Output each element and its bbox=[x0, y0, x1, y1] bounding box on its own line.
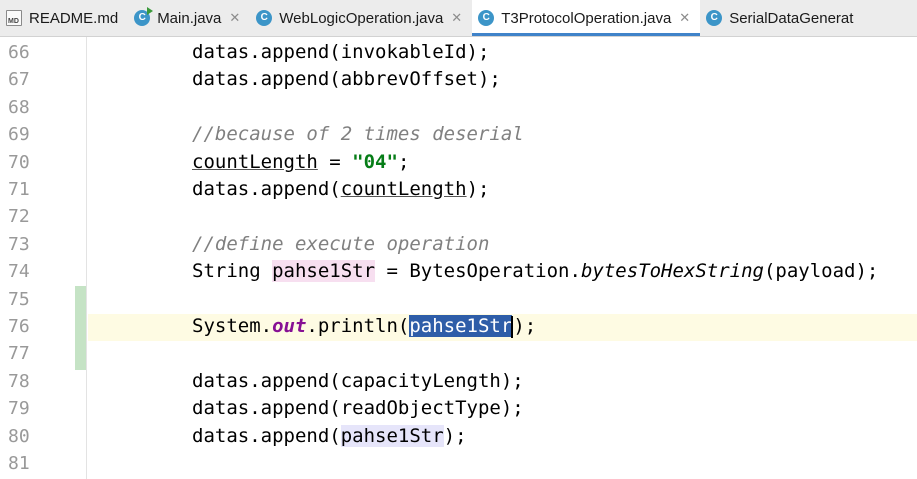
line-number: 69 bbox=[8, 124, 30, 146]
code-token: pahse1Str bbox=[340, 424, 444, 447]
code-text[interactable]: String pahse1Str = BytesOperation.bytesT… bbox=[192, 258, 878, 285]
close-icon[interactable]: ✕ bbox=[451, 10, 462, 26]
code-token: datas.append(invokableId); bbox=[192, 41, 490, 63]
code-token: = bbox=[317, 150, 353, 173]
code-text[interactable]: datas.append(pahse1Str); bbox=[192, 423, 467, 450]
tab-label: WebLogicOperation.java bbox=[279, 9, 444, 27]
tab-label: SerialDataGenerat bbox=[729, 9, 854, 27]
code-text[interactable]: //because of 2 times deserial bbox=[192, 121, 524, 148]
code-text[interactable]: datas.append(capacityLength); bbox=[192, 368, 524, 395]
code-token: = BytesOperation. bbox=[375, 260, 581, 283]
code-token: bytesToHexString bbox=[580, 260, 764, 283]
code-token: datas.append( bbox=[192, 424, 341, 447]
tab-serialdatagenerat[interactable]: C SerialDataGenerat bbox=[700, 0, 863, 36]
markdown-file-icon: MD bbox=[6, 10, 22, 26]
line-number: 74 bbox=[8, 261, 30, 283]
code-text[interactable]: countLength = "04"; bbox=[192, 149, 409, 176]
tab-label: Main.java bbox=[157, 9, 222, 27]
code-token: countLength bbox=[340, 178, 467, 200]
code-token: "04" bbox=[352, 150, 398, 173]
code-text[interactable]: //define execute operation bbox=[192, 231, 489, 258]
line-number: 79 bbox=[8, 398, 30, 420]
code-token: datas.append( bbox=[192, 178, 341, 200]
code-token: out bbox=[272, 315, 307, 337]
code-token: System. bbox=[192, 315, 273, 337]
line-number: 67 bbox=[8, 69, 30, 91]
line-number: 71 bbox=[8, 179, 30, 200]
code-token: datas.append(abbrevOffset); bbox=[192, 68, 501, 91]
code-token: pahse1Str bbox=[272, 260, 376, 283]
code-token: countLength bbox=[192, 150, 318, 173]
selected-text: pahse1Str bbox=[409, 315, 513, 337]
line-number: 80 bbox=[8, 425, 30, 447]
code-token: .println( bbox=[306, 315, 410, 337]
code-text[interactable]: datas.append(invokableId); bbox=[192, 39, 489, 66]
code-token: ; bbox=[397, 150, 410, 173]
line-number: 77 bbox=[8, 343, 30, 365]
line-number: 68 bbox=[8, 96, 30, 118]
code-token: //define execute operation bbox=[192, 232, 490, 255]
tab-label: README.md bbox=[29, 9, 119, 27]
tab-weblogicoperation-java[interactable]: C WebLogicOperation.java ✕ bbox=[250, 0, 472, 36]
java-class-icon: C bbox=[706, 10, 723, 26]
code-text[interactable]: System.out.println(pahse1Str); bbox=[192, 313, 536, 340]
line-number: 76 bbox=[8, 316, 30, 337]
code-text[interactable]: datas.append(abbrevOffset); bbox=[192, 66, 501, 93]
code-token: //because of 2 times deserial bbox=[192, 123, 524, 146]
code-token: ); bbox=[466, 178, 490, 200]
line-number: 66 bbox=[8, 42, 30, 63]
line-number: 72 bbox=[8, 206, 30, 228]
code-token: datas.append(capacityLength); bbox=[192, 369, 524, 392]
line-number: 70 bbox=[8, 151, 30, 173]
code-token: ); bbox=[513, 315, 537, 337]
java-class-icon: C bbox=[478, 10, 495, 26]
close-icon[interactable]: ✕ bbox=[679, 10, 690, 26]
code-text[interactable]: datas.append(readObjectType); bbox=[192, 395, 524, 422]
line-number: 73 bbox=[8, 233, 30, 255]
line-number: 78 bbox=[8, 370, 30, 392]
vcs-change-marker[interactable] bbox=[75, 286, 86, 370]
code-token: datas.append(readObjectType); bbox=[192, 397, 524, 420]
editor-tab-bar: MD README.md C Main.java ✕ C WebLogicOperation… bbox=[0, 0, 917, 37]
code-token: (payload); bbox=[763, 260, 879, 283]
code-token: ); bbox=[443, 424, 467, 447]
tab-main-java[interactable]: C Main.java ✕ bbox=[128, 0, 250, 36]
java-class-run-icon: C bbox=[134, 7, 154, 26]
tab-t3protocoloperation-java[interactable]: C T3ProtocolOperation.java ✕ bbox=[472, 0, 701, 36]
code-editor[interactable]: 66 datas.append(invokableId); 67 datas.appe… bbox=[0, 37, 917, 479]
line-number: 75 bbox=[8, 288, 30, 310]
close-icon[interactable]: ✕ bbox=[229, 10, 240, 26]
tab-readme-md[interactable]: MD README.md bbox=[0, 0, 128, 36]
code-text[interactable]: datas.append(countLength); bbox=[192, 176, 489, 203]
line-number: 81 bbox=[8, 453, 30, 474]
code-token: String bbox=[192, 260, 273, 283]
tab-label: T3ProtocolOperation.java bbox=[501, 9, 672, 27]
java-class-icon: C bbox=[256, 10, 273, 26]
